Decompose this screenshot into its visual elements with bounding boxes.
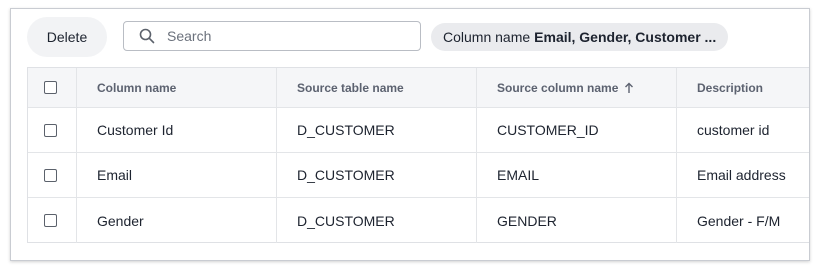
select-all-checkbox[interactable] (44, 81, 57, 94)
header-label: Column name (97, 80, 177, 95)
cell-source-table: D_CUSTOMER (277, 198, 477, 243)
cell-description: Email address (697, 167, 786, 183)
cell-source-column: GENDER (477, 198, 677, 243)
table-header-row: Column name Source table name Source col… (28, 68, 809, 108)
header-source-table-name[interactable]: Source table name (277, 68, 477, 107)
table-row[interactable]: Customer Id D_CUSTOMER CUSTOMER_ID custo… (28, 108, 809, 153)
table-row[interactable]: Gender D_CUSTOMER GENDER Gender - F/M (28, 198, 809, 243)
cell-column-name: Gender (77, 198, 277, 243)
row-select-cell (28, 108, 77, 152)
header-label: Source table name (297, 80, 404, 95)
column-name-filter-chip[interactable]: Column name Email, Gender, Customer ... (431, 23, 729, 51)
columns-table: Column name Source table name Source col… (27, 67, 809, 243)
select-all-cell (28, 68, 77, 107)
filter-chip-value: Email, Gender, Customer ... (534, 29, 717, 45)
cell-source-column: EMAIL (477, 153, 677, 197)
cell-description: customer id (697, 122, 770, 138)
header-label: Source column name (497, 80, 619, 95)
row-checkbox[interactable] (44, 214, 57, 227)
cell-source-table: D_CUSTOMER (277, 153, 477, 197)
cell-source-column: CUSTOMER_ID (477, 108, 677, 152)
row-checkbox[interactable] (44, 123, 57, 137)
delete-button[interactable]: Delete (27, 17, 107, 57)
header-column-name[interactable]: Column name (77, 68, 277, 107)
column-list-panel: Delete Column name Email, Gender, Custom… (10, 8, 810, 261)
row-checkbox[interactable] (44, 168, 57, 182)
row-select-cell (28, 198, 77, 243)
filter-chip-label: Column name (443, 29, 531, 45)
search-box[interactable] (123, 21, 421, 51)
cell-description: Gender - F/M (697, 212, 781, 229)
search-input[interactable] (165, 27, 399, 45)
table-row[interactable]: Email D_CUSTOMER EMAIL Email address (28, 153, 809, 198)
header-source-column-name[interactable]: Source column name (477, 68, 677, 107)
cell-column-name: Email (77, 153, 277, 197)
header-label: Description (697, 80, 764, 95)
search-icon (139, 28, 155, 44)
arrow-up-icon (624, 82, 634, 94)
cell-column-name: Customer Id (77, 108, 277, 152)
toolbar: Delete Column name Email, Gender, Custom… (11, 9, 809, 67)
row-select-cell (28, 153, 77, 197)
header-description[interactable]: Description (677, 68, 809, 107)
cell-source-table: D_CUSTOMER (277, 108, 477, 152)
